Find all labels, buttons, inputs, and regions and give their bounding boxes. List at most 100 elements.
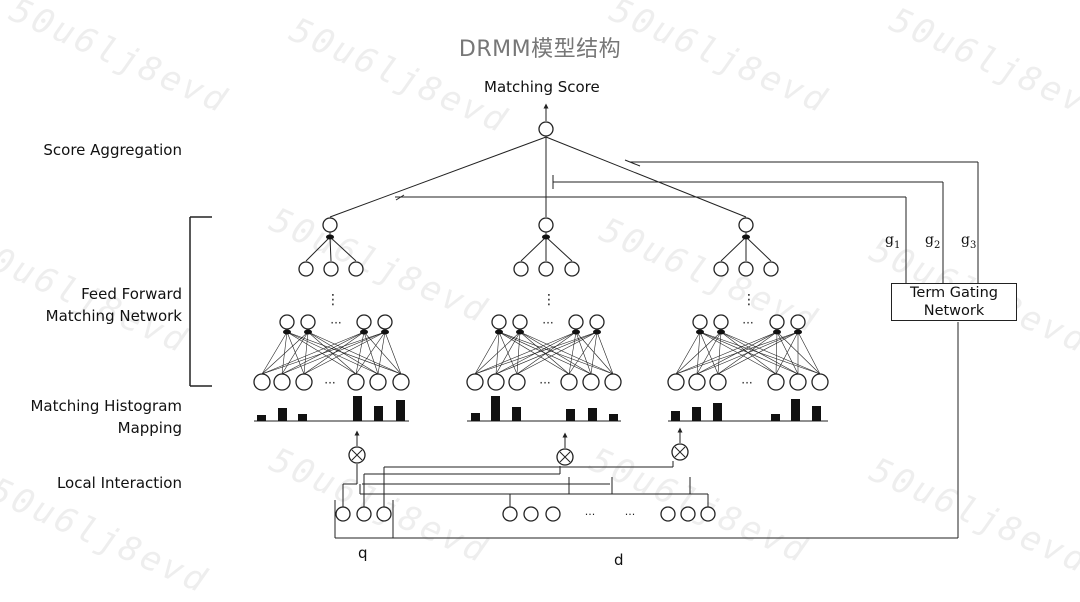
tower-3-output-node bbox=[738, 217, 754, 233]
document-term-node bbox=[680, 506, 696, 522]
gate-weight-g3: g3 bbox=[961, 232, 977, 251]
tower-3-vertical-ellipsis: ⋮ bbox=[742, 292, 756, 308]
tower-1-layer2-node bbox=[298, 261, 314, 277]
connection-line bbox=[305, 236, 331, 262]
tower-1-layer2-node bbox=[348, 261, 364, 277]
histogram-bar bbox=[791, 399, 800, 421]
junction-dot bbox=[495, 329, 503, 335]
connection-line bbox=[520, 236, 547, 262]
tower-1-hidden-ellipsis: ··· bbox=[330, 316, 341, 330]
histogram-bar bbox=[713, 403, 722, 421]
tower-3-input-node bbox=[789, 373, 807, 391]
tower-2-input-ellipsis: ··· bbox=[539, 376, 550, 390]
junction-dot bbox=[593, 329, 601, 335]
tower-1-input-node bbox=[392, 373, 410, 391]
histogram-bar bbox=[491, 396, 500, 421]
junction-dot bbox=[542, 234, 550, 240]
aggregation-edge bbox=[329, 136, 547, 218]
junction-dot bbox=[572, 329, 580, 335]
junction-dot bbox=[326, 234, 334, 240]
histogram-bar bbox=[471, 413, 480, 421]
histogram-bar bbox=[353, 396, 362, 421]
tower-3-hidden-node bbox=[692, 314, 708, 330]
connection-line bbox=[720, 236, 747, 262]
dense-connection bbox=[286, 331, 379, 375]
tower-3-input-ellipsis: ··· bbox=[741, 376, 752, 390]
tower-1-vertical-ellipsis: ⋮ bbox=[326, 292, 340, 308]
tower-2-input-node bbox=[582, 373, 600, 391]
histogram-bar bbox=[257, 415, 266, 421]
dense-connection bbox=[516, 331, 598, 375]
tower-1-input-node bbox=[369, 373, 387, 391]
tower-3-hidden-node bbox=[790, 314, 806, 330]
junction-dot bbox=[773, 329, 781, 335]
junction-dot bbox=[381, 329, 389, 335]
dense-connection bbox=[363, 331, 379, 375]
tower-3-layer2-node bbox=[713, 261, 729, 277]
tower-2-input-node bbox=[560, 373, 578, 391]
tower-3-hidden-node bbox=[713, 314, 729, 330]
connection-line bbox=[329, 236, 332, 262]
document-ellipsis-2: ··· bbox=[625, 508, 636, 521]
tower-1-input-node bbox=[273, 373, 291, 391]
tower-2-vertical-ellipsis: ⋮ bbox=[542, 292, 556, 308]
histogram-bar bbox=[396, 400, 405, 421]
aggregation-edge bbox=[545, 136, 747, 218]
dense-connection bbox=[575, 331, 614, 375]
document-term-node bbox=[660, 506, 676, 522]
histogram-bar bbox=[298, 414, 307, 421]
feed-forward-label: Feed Forward Matching Network bbox=[45, 285, 182, 325]
tower-2-input-node bbox=[466, 373, 484, 391]
dense-connection bbox=[355, 331, 386, 375]
connection-line bbox=[545, 236, 573, 262]
tower-2-hidden-ellipsis: ··· bbox=[542, 316, 553, 330]
junction-dot bbox=[360, 329, 368, 335]
document-ellipsis-1: ··· bbox=[585, 508, 596, 521]
connection-line bbox=[329, 236, 357, 262]
junction-dot bbox=[516, 329, 524, 335]
dense-connection bbox=[575, 331, 592, 375]
dense-connection bbox=[261, 331, 288, 375]
tower-2-output-node bbox=[538, 217, 554, 233]
histogram-bar bbox=[512, 407, 521, 421]
histogram-bar bbox=[609, 414, 618, 421]
diagram-title: DRMM模型结构 bbox=[458, 37, 622, 62]
gate-weight-g2: g2 bbox=[925, 232, 941, 251]
tower-1-input-node bbox=[253, 373, 271, 391]
tower-1-input-ellipsis: ··· bbox=[324, 376, 335, 390]
junction-dot bbox=[304, 329, 312, 335]
tower-2-hidden-node bbox=[568, 314, 584, 330]
histogram-bar bbox=[812, 406, 821, 421]
tower-1-input-node bbox=[295, 373, 313, 391]
tower-1-output-node bbox=[322, 217, 338, 233]
histogram-bar bbox=[771, 414, 780, 421]
tower-3-hidden-ellipsis: ··· bbox=[742, 316, 753, 330]
tower-2-hidden-node bbox=[491, 314, 507, 330]
query-term-node-3 bbox=[376, 506, 392, 522]
junction-dot bbox=[717, 329, 725, 335]
query-term-node-2 bbox=[356, 506, 372, 522]
tower-3-input-node bbox=[811, 373, 829, 391]
term-gating-network-box: Term Gating Network bbox=[891, 283, 1017, 321]
tower-1-hidden-node bbox=[279, 314, 295, 330]
junction-dot bbox=[283, 329, 291, 335]
document-term-node bbox=[502, 506, 518, 522]
dense-connection bbox=[495, 331, 500, 375]
matching-score-label: Matching Score bbox=[484, 78, 600, 96]
dense-connection bbox=[568, 331, 598, 375]
local-interaction-label: Local Interaction bbox=[56, 474, 182, 492]
histogram-bar bbox=[566, 409, 575, 421]
tower-3-input-node bbox=[767, 373, 785, 391]
dense-connection bbox=[696, 331, 701, 375]
tower-3-layer2-node bbox=[738, 261, 754, 277]
tower-3-input-node bbox=[688, 373, 706, 391]
histogram-bar bbox=[374, 406, 383, 421]
tower-2-layer2-node bbox=[513, 261, 529, 277]
dense-connection bbox=[498, 331, 592, 375]
gate-tick bbox=[624, 159, 641, 167]
gate-weight-g1: g1 bbox=[885, 232, 901, 251]
tower-3-layer2-node bbox=[763, 261, 779, 277]
connection-line bbox=[745, 236, 772, 262]
tower-3-hidden-node bbox=[769, 314, 785, 330]
tower-1-hidden-node bbox=[377, 314, 393, 330]
